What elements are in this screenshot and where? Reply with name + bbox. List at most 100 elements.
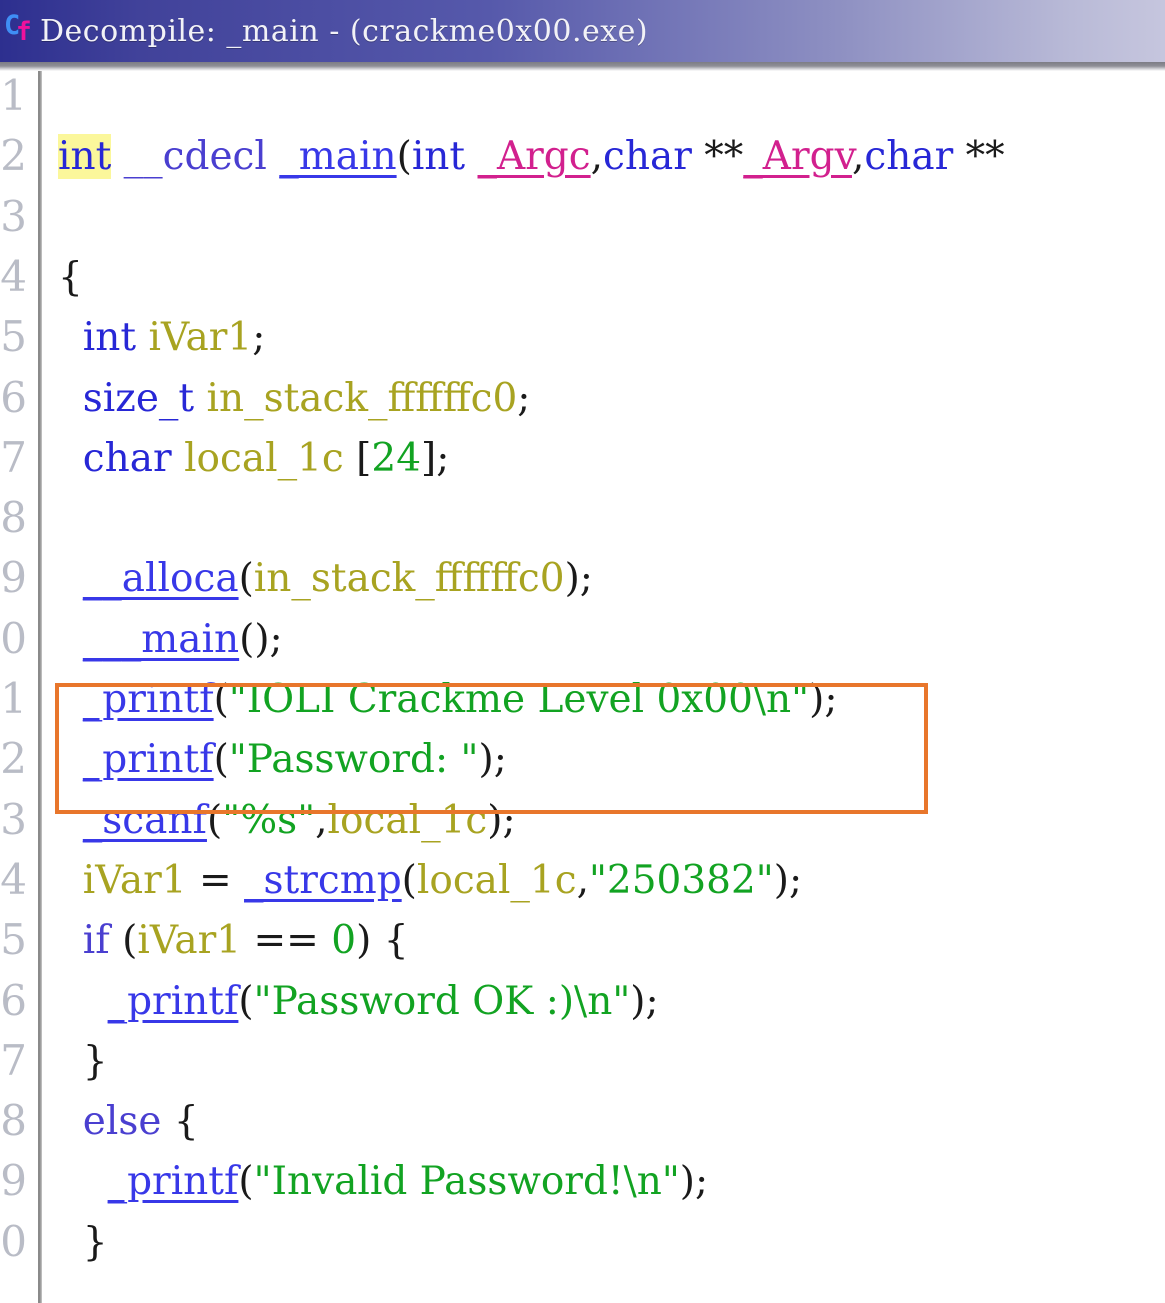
code-token: _Argc [477,134,591,180]
code-token: { [58,254,83,300]
code-line[interactable]: else { [58,1102,199,1141]
code-token: iVar1 [137,918,242,964]
code-token: "Password OK :)\n" [253,978,631,1024]
line-number: 4 [0,251,27,301]
code-line[interactable]: _printf("IOLI Crackme Level 0x00\n"); [58,677,838,722]
code-token: == [241,918,332,964]
code-token: in_stack_ffffffc0 [253,556,565,602]
code-line[interactable]: _printf("Password: "); [58,740,507,779]
line-number: 15 [0,915,27,965]
code-token: ** [965,134,1005,180]
code-line[interactable]: iVar1 = _strcmp(local_1c,"250382"); [58,861,802,900]
code-line[interactable]: _printf("Password OK :)\n"); [58,982,659,1021]
line-number: 7 [0,432,27,482]
code-line[interactable]: size_t in_stack_ffffffc0; [58,375,531,421]
code-token: ( [206,797,223,843]
line-number: 8 [0,493,27,543]
code-token: ); [679,1159,709,1205]
code-token: ( [238,978,254,1024]
code-token: __alloca [82,556,239,602]
line-number: 10 [0,613,27,663]
code-token: _main [279,134,397,180]
code-line[interactable]: ___main(); [58,620,283,659]
code-token: ( [109,918,138,964]
line-number: 9 [0,553,27,603]
code-line[interactable]: } [58,1042,108,1081]
line-number: 3 [0,191,27,241]
code-token: "Password: " [228,737,479,783]
code-token: iVar1 [148,315,253,361]
code-token: { [161,1099,199,1145]
code-line[interactable]: char local_1c [24]; [58,435,450,481]
code-token: [ [343,435,372,481]
decompiled-code-view[interactable]: int __cdecl _main(int _Argc,char **_Argv… [42,71,1165,1303]
code-token: , [851,134,865,180]
code-token: char [864,134,954,180]
window-titlebar[interactable]: C f Decompile: _main - (crackme0x00.exe) [0,0,1165,62]
code-token: _printf [107,1159,239,1205]
code-token: ( [238,1159,254,1205]
code-line[interactable]: if (iVar1 == 0) { [58,921,409,960]
code-token: "250382" [588,857,774,903]
line-number-gutter: 1234567891011121314151617181920 [0,71,38,1303]
line-number: 13 [0,794,27,844]
code-line[interactable]: } [58,1223,108,1262]
code-token: ); [809,677,838,722]
code-token: int [411,134,466,180]
line-number: 2 [0,131,27,181]
code-token: } [58,1038,108,1084]
code-token: } [58,1219,108,1265]
line-number: 6 [0,372,27,422]
code-token: ); [487,797,516,843]
code-token: ) { [356,918,409,964]
code-token: ; [252,315,266,361]
code-token: ); [478,737,507,783]
line-number: 5 [0,312,27,362]
code-token: 0 [331,918,357,964]
code-line[interactable]: __alloca(in_stack_ffffffc0); [58,559,593,598]
code-line[interactable]: _printf("Invalid Password!\n"); [58,1159,709,1205]
code-line[interactable]: int __cdecl _main(int _Argc,char **_Argv… [58,134,1005,180]
code-token: else [82,1099,162,1145]
line-number: 11 [0,674,27,723]
line-number: 18 [0,1096,27,1146]
line-number: 20 [0,1216,27,1266]
code-token: , [315,797,328,843]
code-token: , [576,857,589,903]
code-token: ( [401,857,417,903]
decompiler-function-icon: C f [4,10,34,50]
code-token: "Invalid Password!\n" [253,1159,680,1205]
code-token: local_1c [184,435,344,481]
line-number: 17 [0,1035,27,1085]
code-token: local_1c [327,797,488,843]
code-token: ___main [82,616,240,662]
code-token: int [82,315,137,361]
code-token: = [186,857,245,903]
code-token: ( [213,677,229,722]
code-token: 24 [371,435,422,481]
code-token: (); [239,616,283,662]
code-token: _printf [82,677,214,722]
code-token: _printf [82,737,214,783]
code-token: "IOLI Crackme Level 0x00\n" [228,677,810,722]
code-token: ( [396,134,412,180]
code-token: size_t [82,375,195,421]
code-token: "%s" [222,797,316,843]
code-line[interactable]: int iVar1; [58,315,266,361]
code-token: ** [704,134,744,180]
code-line[interactable]: { [58,258,83,297]
code-token: ; [517,375,531,421]
code-line[interactable]: _scanf("%s",local_1c); [58,801,516,840]
line-number: 12 [0,734,27,784]
